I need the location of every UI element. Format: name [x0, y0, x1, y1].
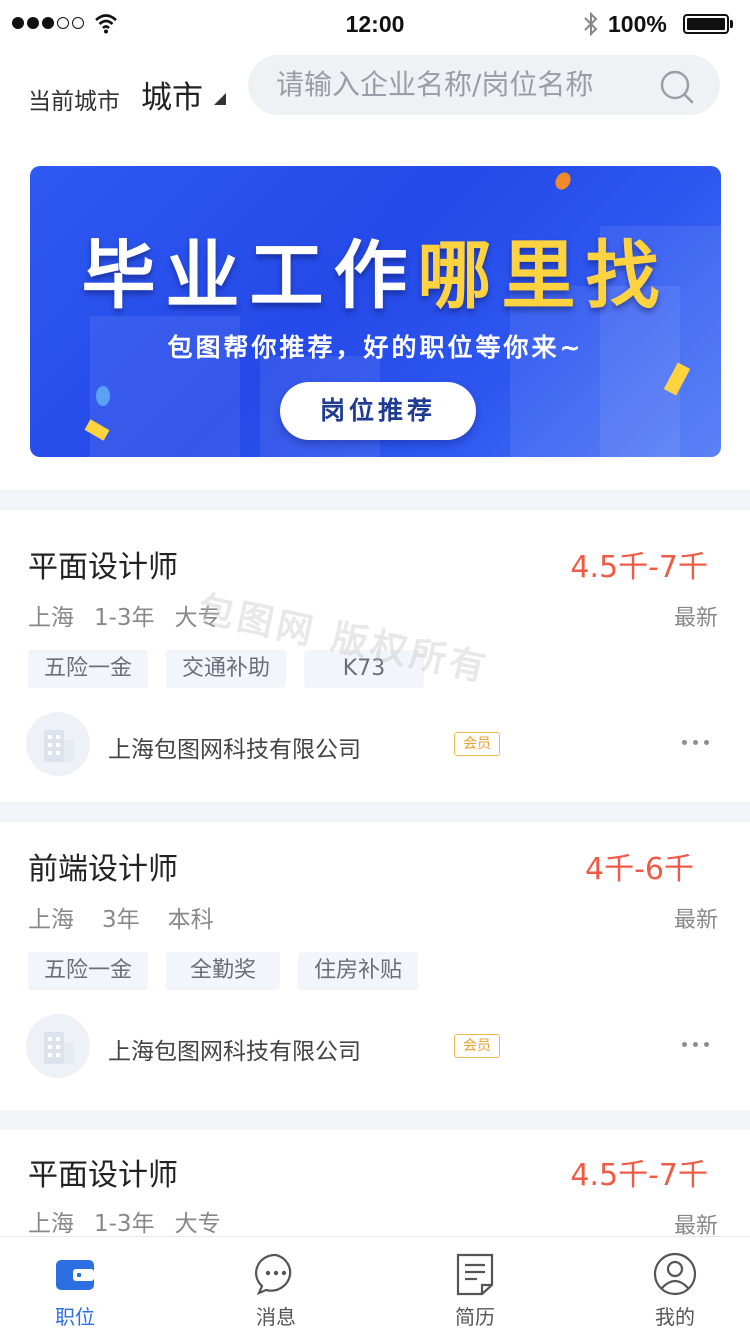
job-title[interactable]: 平面设计师 [28, 542, 178, 586]
job-salary: 4.5千-7千 [570, 1158, 708, 1193]
battery-icon [683, 14, 729, 34]
tab-jobs[interactable]: 职位 [15, 1237, 135, 1335]
job-meta: 上海 1-3年 大专 [28, 1204, 241, 1236]
benefit-tag: 交通补助 [166, 650, 286, 688]
job-location: 上海 [28, 1211, 74, 1236]
bluetooth-icon [584, 11, 598, 37]
job-title[interactable]: 前端设计师 [28, 844, 178, 888]
tab-messages[interactable]: 消息 [216, 1237, 336, 1335]
section-divider [0, 802, 750, 822]
job-freshness: 最新 [673, 1214, 718, 1236]
job-salary: 4千-6千 [585, 852, 694, 887]
job-experience: 1-3年 [94, 1211, 155, 1236]
company-row[interactable]: 上海包图网科技有限公司 会员 [26, 1014, 726, 1080]
section-divider [0, 490, 750, 510]
benefit-tag: 五险一金 [28, 952, 148, 990]
job-card[interactable]: 平面设计师 4.5千-7千 上海 1-3年 大专 最新 [0, 1130, 750, 1236]
tab-resume[interactable]: 简历 [415, 1237, 535, 1335]
banner-title: 毕业工作哪里找 [30, 216, 721, 323]
company-row[interactable]: 上海包图网科技有限公司 会员 [26, 712, 726, 778]
chat-bubble-icon [255, 1253, 292, 1296]
job-freshness: 最新 [673, 606, 718, 631]
benefit-tags: 五险一金 全勤奖 住房补贴 [28, 952, 418, 990]
benefit-tag: 五险一金 [28, 650, 148, 688]
current-city-label: 当前城市 [28, 89, 120, 115]
promo-banner[interactable]: 毕业工作哪里找 包图帮你推荐，好的职位等你来~ 岗位推荐 [30, 166, 721, 457]
caret-down-icon[interactable] [214, 93, 226, 105]
company-building-icon [26, 712, 90, 776]
bottom-nav: 职位 消息 简历 我的 [0, 1236, 750, 1335]
wallet-icon [56, 1260, 94, 1290]
tab-profile[interactable]: 我的 [615, 1237, 735, 1335]
job-recommend-button[interactable]: 岗位推荐 [280, 382, 476, 440]
document-icon [456, 1253, 494, 1296]
search-input[interactable] [276, 64, 656, 104]
job-education: 本科 [167, 907, 214, 933]
job-salary: 4.5千-7千 [570, 550, 708, 585]
more-options-icon[interactable] [682, 1042, 709, 1047]
job-experience: 3年 [102, 907, 140, 933]
company-building-icon [26, 1014, 90, 1078]
benefit-tag: 住房补贴 [298, 952, 418, 990]
confetti-decoration [552, 169, 574, 193]
city-selector[interactable]: 城市 [141, 72, 203, 117]
section-divider [0, 1110, 750, 1130]
confetti-decoration [96, 386, 110, 406]
user-icon [653, 1252, 697, 1296]
banner-title-main: 毕业工作 [81, 233, 418, 319]
tab-label: 职位 [55, 1305, 95, 1329]
tab-label: 简历 [455, 1305, 495, 1329]
member-badge: 会员 [454, 1034, 500, 1058]
job-freshness: 最新 [673, 908, 718, 933]
job-title[interactable]: 平面设计师 [28, 1150, 178, 1194]
more-options-icon[interactable] [682, 740, 709, 745]
banner-title-highlight: 哪里找 [417, 233, 670, 319]
battery-percent: 100% [608, 11, 667, 37]
job-location: 上海 [28, 605, 74, 631]
job-location: 上海 [28, 907, 74, 933]
job-experience: 1-3年 [94, 605, 155, 631]
company-name[interactable]: 上海包图网科技有限公司 [108, 1032, 361, 1066]
search-icon[interactable] [658, 68, 696, 106]
member-badge: 会员 [454, 732, 500, 756]
tab-label: 消息 [256, 1305, 296, 1329]
job-meta: 上海 3年 本科 [28, 900, 234, 934]
company-name[interactable]: 上海包图网科技有限公司 [108, 730, 361, 764]
status-bar: 12:00 100% [0, 0, 750, 50]
banner-subtitle: 包图帮你推荐，好的职位等你来~ [167, 333, 584, 362]
job-card[interactable]: 前端设计师 4千-6千 上海 3年 本科 最新 五险一金 全勤奖 住房补贴 上海… [0, 822, 750, 1110]
job-education: 大专 [174, 1211, 221, 1236]
search-bar[interactable] [248, 55, 720, 115]
tab-label: 我的 [655, 1305, 695, 1329]
benefit-tag: 全勤奖 [166, 952, 280, 990]
